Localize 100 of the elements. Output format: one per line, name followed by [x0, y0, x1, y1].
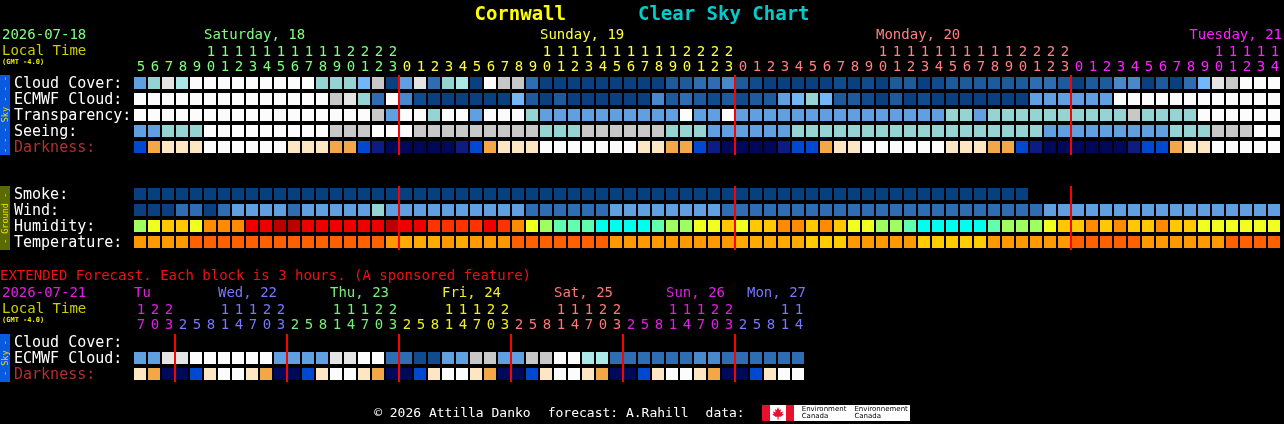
- hour-label: 20: [598, 302, 608, 332]
- hour-label: 17: [248, 302, 258, 332]
- hour-label: 17: [640, 44, 650, 74]
- hour-label: 11: [220, 44, 230, 74]
- hour-label: 5: [136, 59, 146, 74]
- hour-label: 12: [1242, 44, 1252, 74]
- row-label: Smoke:: [14, 186, 70, 202]
- hour-label: 14: [794, 302, 804, 332]
- date-label: 2026-07-18: [2, 26, 87, 43]
- day-label: Thu, 23: [330, 284, 389, 300]
- hour-label: 23: [164, 302, 174, 332]
- hour-label: 2: [430, 59, 440, 74]
- row-label: Wind:: [14, 202, 61, 218]
- hour-label: 11: [1228, 44, 1238, 74]
- hour-label: 8: [542, 317, 552, 332]
- hour-label: 2: [402, 317, 412, 332]
- hour-label: 13: [584, 44, 594, 74]
- hour-label: 15: [276, 44, 286, 74]
- hour-label: 21: [1032, 44, 1042, 74]
- hour-label: 14: [234, 302, 244, 332]
- hour-label: 15: [612, 44, 622, 74]
- row-label: Humidity:: [14, 218, 96, 234]
- time-label: Local Time: [2, 301, 87, 316]
- midnight-line: [734, 186, 736, 250]
- hour-label: 18: [990, 44, 1000, 74]
- hour-label: 8: [514, 59, 524, 74]
- hour-label: 7: [1172, 59, 1182, 74]
- hour-label: 5: [472, 59, 482, 74]
- hour-label: 14: [570, 302, 580, 332]
- row-label: Darkness:: [14, 139, 97, 155]
- hour-label: 13: [248, 44, 258, 74]
- hour-label: 20: [486, 302, 496, 332]
- hour-label: 17: [360, 302, 370, 332]
- hour-label: 13: [1256, 44, 1266, 74]
- hour-label: 14: [934, 44, 944, 74]
- hour-label: 5: [304, 317, 314, 332]
- hour-label: 3: [780, 59, 790, 74]
- hour-label: 17: [584, 302, 594, 332]
- row-label: Transparency:: [14, 107, 133, 123]
- hour-label: 11: [892, 44, 902, 74]
- hour-label: 6: [150, 59, 160, 74]
- hour-label: 20: [710, 302, 720, 332]
- hour-label: 1: [752, 59, 762, 74]
- hour-label: 0: [402, 59, 412, 74]
- hour-label: 8: [654, 317, 664, 332]
- hour-label: 9: [864, 59, 874, 74]
- hour-label: 23: [276, 302, 286, 332]
- hour-label: 10: [1214, 44, 1224, 74]
- hour-label: 18: [318, 44, 328, 74]
- hour-label: 2: [738, 317, 748, 332]
- hour-label: 13: [920, 44, 930, 74]
- hour-label: 14: [598, 44, 608, 74]
- hour-label: 5: [1144, 59, 1154, 74]
- row-label: ECMWF Cloud:: [14, 91, 124, 107]
- hour-label: 0: [738, 59, 748, 74]
- hour-label: 20: [682, 44, 692, 74]
- day-label: Sat, 25: [554, 284, 613, 300]
- hour-label: 4: [458, 59, 468, 74]
- hour-label: 17: [304, 44, 314, 74]
- hour-label: 12: [906, 44, 916, 74]
- footer-text: forecast: A.Rahill: [547, 404, 689, 421]
- hour-label: 22: [1046, 44, 1056, 74]
- hour-label: 16: [626, 44, 636, 74]
- row-label: Darkness:: [14, 366, 97, 382]
- hour-label: 18: [654, 44, 664, 74]
- hour-label: 23: [724, 302, 734, 332]
- hour-label: 11: [332, 302, 342, 332]
- hour-label: 17: [696, 302, 706, 332]
- hour-label: 8: [206, 317, 216, 332]
- day-label: Saturday, 18: [204, 26, 306, 42]
- hour-label: 17: [976, 44, 986, 74]
- hour-label: 23: [1060, 44, 1070, 74]
- hour-label: 5: [416, 317, 426, 332]
- hour-label: 14: [262, 44, 272, 74]
- hour-label: 5: [808, 59, 818, 74]
- midnight-line: [622, 334, 624, 382]
- hour-label: 7: [164, 59, 174, 74]
- midnight-line: [174, 334, 176, 382]
- hour-label: 11: [556, 302, 566, 332]
- flag-icon: [761, 404, 794, 421]
- hour-label: 20: [1018, 44, 1028, 74]
- hour-label: 11: [556, 44, 566, 74]
- hour-label: 12: [234, 44, 244, 74]
- chart-title: Clear Sky Chart: [637, 2, 810, 24]
- hour-label: 6: [486, 59, 496, 74]
- hour-label: 23: [612, 302, 622, 332]
- hour-label: 7: [836, 59, 846, 74]
- hour-label: 0: [1074, 59, 1084, 74]
- hour-label: 19: [332, 44, 342, 74]
- hour-label: 5: [752, 317, 762, 332]
- hour-label: 23: [388, 44, 398, 74]
- day-label: Sunday, 19: [540, 26, 625, 42]
- hour-label: 16: [290, 44, 300, 74]
- hour-label: 8: [766, 317, 776, 332]
- hour-label: 23: [724, 44, 734, 74]
- hour-label: 10: [206, 44, 216, 74]
- day-label: Fri, 24: [442, 284, 501, 300]
- hour-label: 2: [1102, 59, 1112, 74]
- hour-label: 2: [626, 317, 636, 332]
- hour-label: 23: [500, 302, 510, 332]
